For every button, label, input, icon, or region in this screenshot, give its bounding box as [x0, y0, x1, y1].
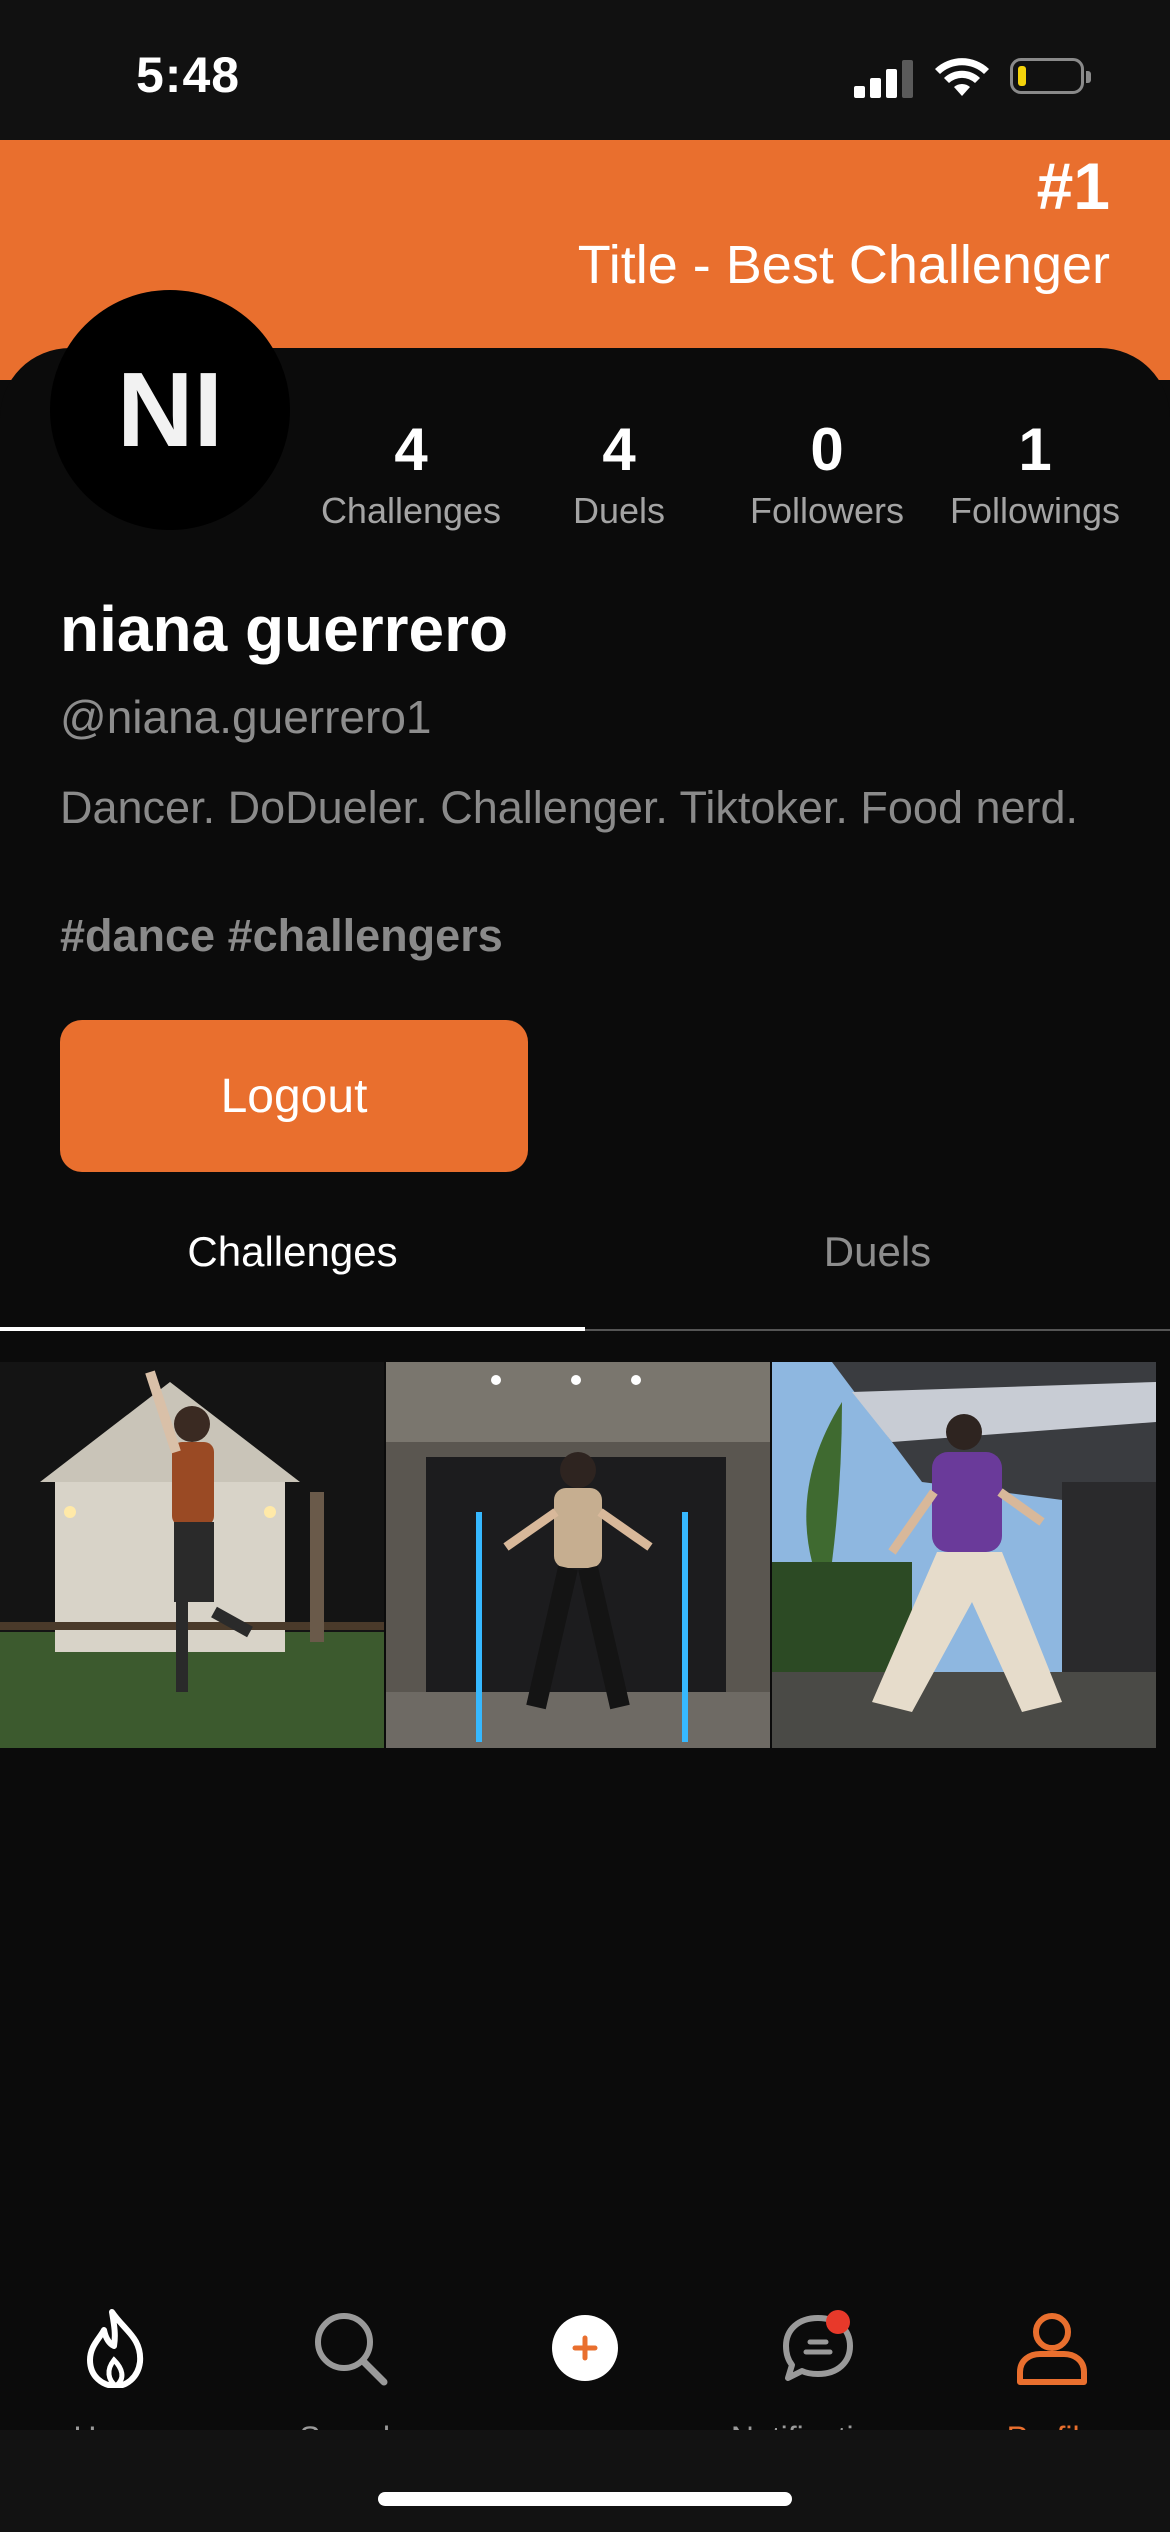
tab-challenges[interactable]: Challenges — [0, 1228, 585, 1276]
chat-bubble-icon — [783, 2310, 853, 2381]
stat-label: Challenges — [320, 490, 502, 531]
tab-duels[interactable]: Duels — [585, 1228, 1170, 1276]
stat-duels[interactable]: 4 Duels — [519, 412, 719, 534]
profile-hashtags: #dance #challengers — [60, 910, 503, 961]
stat-value: 0 — [810, 416, 844, 483]
bottom-navigation: Home Search Notifications Profile — [0, 2280, 1170, 2456]
flame-icon — [87, 2309, 144, 2388]
stat-followers[interactable]: 0 Followers — [727, 412, 927, 534]
title-label: Title - Best Challenger — [577, 235, 1110, 295]
stat-value: 4 — [394, 416, 428, 483]
wifi-icon — [935, 58, 989, 96]
challenge-thumbnail[interactable] — [386, 1362, 770, 1748]
stat-followings[interactable]: 1 Followings — [935, 412, 1135, 534]
active-tab-indicator — [0, 1327, 585, 1331]
home-indicator-area — [0, 2430, 1170, 2532]
status-time: 5:48 — [136, 47, 241, 103]
battery-icon — [1010, 58, 1091, 94]
logout-button[interactable]: Logout — [60, 1020, 528, 1172]
profile-handle: @niana.guerrero1 — [60, 691, 432, 743]
avatar[interactable]: NI — [50, 290, 290, 530]
home-indicator[interactable] — [378, 2492, 792, 2506]
challenge-thumbnail[interactable] — [772, 1362, 1156, 1748]
status-bar: 5:48 — [0, 0, 1170, 140]
stat-value: 1 — [1018, 416, 1052, 483]
search-icon — [315, 2313, 388, 2386]
rank-label: #1 — [1036, 149, 1110, 223]
profile-bio: Dancer. DoDueler. Challenger. Tiktoker. … — [60, 782, 1079, 833]
cellular-signal-icon — [854, 58, 914, 98]
profile-name: niana guerrero — [60, 593, 509, 665]
plus-icon — [552, 2315, 618, 2381]
stat-label: Followers — [749, 490, 905, 531]
stat-label: Followings — [949, 490, 1121, 531]
stat-value: 4 — [602, 416, 636, 483]
stat-challenges[interactable]: 4 Challenges — [311, 412, 511, 534]
challenge-thumbnail[interactable] — [0, 1362, 384, 1748]
person-icon — [1017, 2313, 1087, 2385]
stat-label: Duels — [572, 490, 666, 531]
